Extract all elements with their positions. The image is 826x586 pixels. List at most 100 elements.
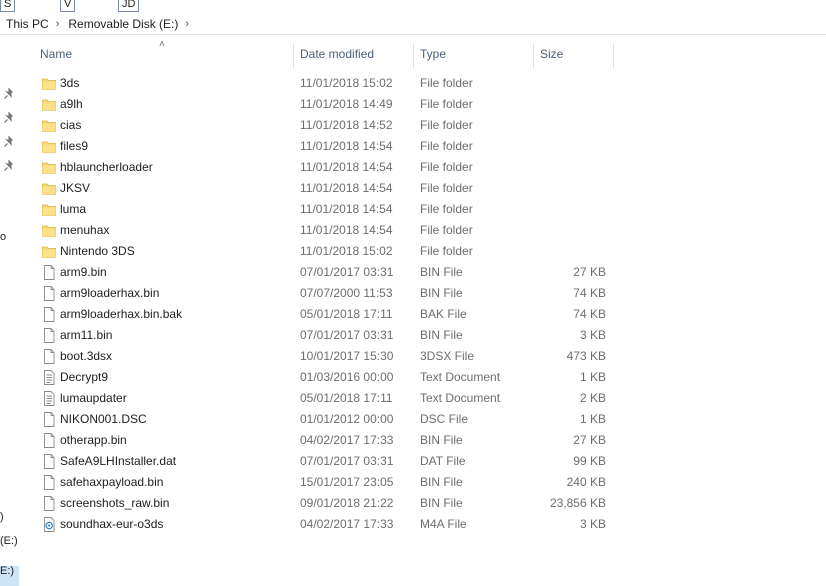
folder-icon bbox=[42, 244, 56, 259]
breadcrumb: This PC › Removable Disk (E:) › bbox=[0, 14, 826, 35]
file-date-modified: 11/01/2018 14:54 bbox=[300, 139, 393, 153]
file-name: NIKON001.DSC bbox=[60, 412, 147, 426]
table-row[interactable]: boot.3dsx 10/01/2017 15:30 3DSX File 473 KB bbox=[20, 346, 826, 367]
file-icon bbox=[42, 433, 56, 448]
table-row[interactable]: arm9.bin 07/01/2017 03:31 BIN File 27 KB bbox=[20, 262, 826, 283]
file-date-modified: 07/07/2000 11:53 bbox=[300, 286, 393, 300]
top-key-strip: S V JD bbox=[0, 0, 826, 14]
media-file-icon bbox=[42, 517, 56, 532]
file-size bbox=[536, 241, 606, 262]
file-size bbox=[536, 178, 606, 199]
file-size: 27 KB bbox=[573, 433, 606, 447]
table-row[interactable]: safehaxpayload.bin 15/01/2017 23:05 BIN Fi… bbox=[20, 472, 826, 493]
breadcrumb-this-pc[interactable]: This PC bbox=[0, 17, 53, 31]
chevron-right-icon[interactable]: › bbox=[53, 18, 63, 30]
table-row[interactable]: hblauncherloader 11/01/2018 14:54 File fol… bbox=[20, 157, 826, 178]
file-name: files9 bbox=[60, 139, 89, 153]
file-type: BIN File bbox=[420, 265, 463, 279]
nav-item-fragment[interactable]: E:) bbox=[0, 565, 14, 577]
breadcrumb-removable-disk[interactable]: Removable Disk (E:) bbox=[62, 17, 182, 31]
file-date-modified: 05/01/2018 17:11 bbox=[300, 307, 393, 321]
table-row[interactable]: Nintendo 3DS 11/01/2018 15:02 File folder bbox=[20, 241, 826, 262]
table-row[interactable]: arm11.bin 07/01/2017 03:31 BIN File 3 KB bbox=[20, 325, 826, 346]
folder-icon bbox=[42, 202, 56, 217]
table-row[interactable]: files9 11/01/2018 14:54 File folder bbox=[20, 136, 826, 157]
file-name: SafeA9LHInstaller.dat bbox=[60, 454, 177, 468]
file-date-modified: 01/01/2012 00:00 bbox=[300, 412, 394, 426]
column-header-size[interactable]: Size bbox=[534, 43, 614, 69]
nav-item-fragment[interactable]: ) bbox=[0, 511, 4, 523]
file-icon bbox=[42, 454, 56, 469]
pin-icon[interactable] bbox=[3, 88, 15, 100]
file-type: BIN File bbox=[420, 328, 463, 342]
file-name: arm11.bin bbox=[60, 328, 113, 342]
file-type: File folder bbox=[420, 181, 473, 195]
file-type: File folder bbox=[420, 202, 473, 216]
folder-icon bbox=[42, 160, 56, 175]
table-row[interactable]: cias 11/01/2018 14:52 File folder bbox=[20, 115, 826, 136]
table-row[interactable]: a9lh 11/01/2018 14:49 File folder bbox=[20, 94, 826, 115]
file-icon bbox=[42, 307, 56, 322]
nav-item-fragment[interactable]: o bbox=[0, 231, 6, 243]
file-size bbox=[536, 136, 606, 157]
column-header-name[interactable]: Name bbox=[34, 43, 294, 69]
pin-icon[interactable] bbox=[3, 136, 15, 148]
folder-icon bbox=[42, 181, 56, 196]
file-size: 74 KB bbox=[573, 286, 606, 300]
folder-icon bbox=[42, 139, 56, 154]
pin-icon[interactable] bbox=[3, 112, 15, 124]
file-date-modified: 09/01/2018 21:22 bbox=[300, 496, 394, 510]
table-row[interactable]: 3ds 11/01/2018 15:02 File folder bbox=[20, 73, 826, 94]
table-row[interactable]: arm9loaderhax.bin 07/07/2000 11:53 BIN Fil… bbox=[20, 283, 826, 304]
file-name: otherapp.bin bbox=[60, 433, 127, 447]
file-name: screenshots_raw.bin bbox=[60, 496, 170, 510]
file-date-modified: 11/01/2018 14:54 bbox=[300, 160, 393, 174]
file-size bbox=[536, 199, 606, 220]
file-name: lumaupdater bbox=[60, 391, 127, 405]
table-row[interactable]: lumaupdater 05/01/2018 17:11 Text Document… bbox=[20, 388, 826, 409]
nav-item-removable-disk[interactable]: (E:) bbox=[0, 535, 18, 547]
key-tip-jd[interactable]: JD bbox=[118, 0, 140, 12]
file-list: ˄ Name Date modified Type Size 3ds 11/01/… bbox=[20, 35, 826, 574]
file-name: cias bbox=[60, 118, 82, 132]
table-row[interactable]: otherapp.bin 04/02/2017 17:33 BIN File 27 K… bbox=[20, 430, 826, 451]
file-name: hblauncherloader bbox=[60, 160, 153, 174]
table-row[interactable]: arm9loaderhax.bin.bak 05/01/2018 17:11 BAK… bbox=[20, 304, 826, 325]
file-size bbox=[536, 115, 606, 136]
table-row[interactable]: Decrypt9 01/03/2016 00:00 Text Document 1 K… bbox=[20, 367, 826, 388]
table-row[interactable]: soundhax-eur-o3ds 04/02/2017 17:33 M4A Fil… bbox=[20, 514, 826, 535]
file-date-modified: 15/01/2017 23:05 bbox=[300, 475, 394, 489]
file-icon bbox=[42, 412, 56, 427]
file-name: 3ds bbox=[60, 76, 80, 90]
column-header-type[interactable]: Type bbox=[414, 43, 534, 69]
file-date-modified: 11/01/2018 14:54 bbox=[300, 181, 393, 195]
table-row[interactable]: NIKON001.DSC 01/01/2012 00:00 DSC File 1 KB bbox=[20, 409, 826, 430]
chevron-right-icon[interactable]: › bbox=[182, 18, 192, 30]
file-name: a9lh bbox=[60, 97, 83, 111]
table-row[interactable]: SafeA9LHInstaller.dat 07/01/2017 03:31 DAT… bbox=[20, 451, 826, 472]
file-size: 3 KB bbox=[579, 328, 606, 342]
pin-icon[interactable] bbox=[3, 160, 15, 172]
file-type: 3DSX File bbox=[420, 349, 475, 363]
file-name: arm9loaderhax.bin.bak bbox=[60, 307, 183, 321]
key-tip-v[interactable]: V bbox=[60, 0, 76, 12]
text-document-icon bbox=[42, 370, 56, 385]
table-row[interactable]: screenshots_raw.bin 09/01/2018 21:22 BIN F… bbox=[20, 493, 826, 514]
table-row[interactable]: luma 11/01/2018 14:54 File folder bbox=[20, 199, 826, 220]
file-size bbox=[536, 73, 606, 94]
table-row[interactable]: JKSV 11/01/2018 14:54 File folder bbox=[20, 178, 826, 199]
file-type: File folder bbox=[420, 76, 473, 90]
file-type: File folder bbox=[420, 139, 473, 153]
file-type: BIN File bbox=[420, 286, 463, 300]
file-date-modified: 04/02/2017 17:33 bbox=[300, 517, 394, 531]
file-size: 1 KB bbox=[579, 370, 606, 384]
file-type: M4A File bbox=[420, 517, 467, 531]
table-row[interactable]: menuhax 11/01/2018 14:54 File folder bbox=[20, 220, 826, 241]
file-icon bbox=[42, 286, 56, 301]
folder-icon bbox=[42, 118, 56, 133]
file-size: 27 KB bbox=[573, 265, 606, 279]
key-tip-s[interactable]: S bbox=[0, 0, 16, 12]
file-size: 240 KB bbox=[566, 475, 606, 489]
column-header-date[interactable]: Date modified bbox=[294, 43, 414, 69]
file-icon bbox=[42, 328, 56, 343]
